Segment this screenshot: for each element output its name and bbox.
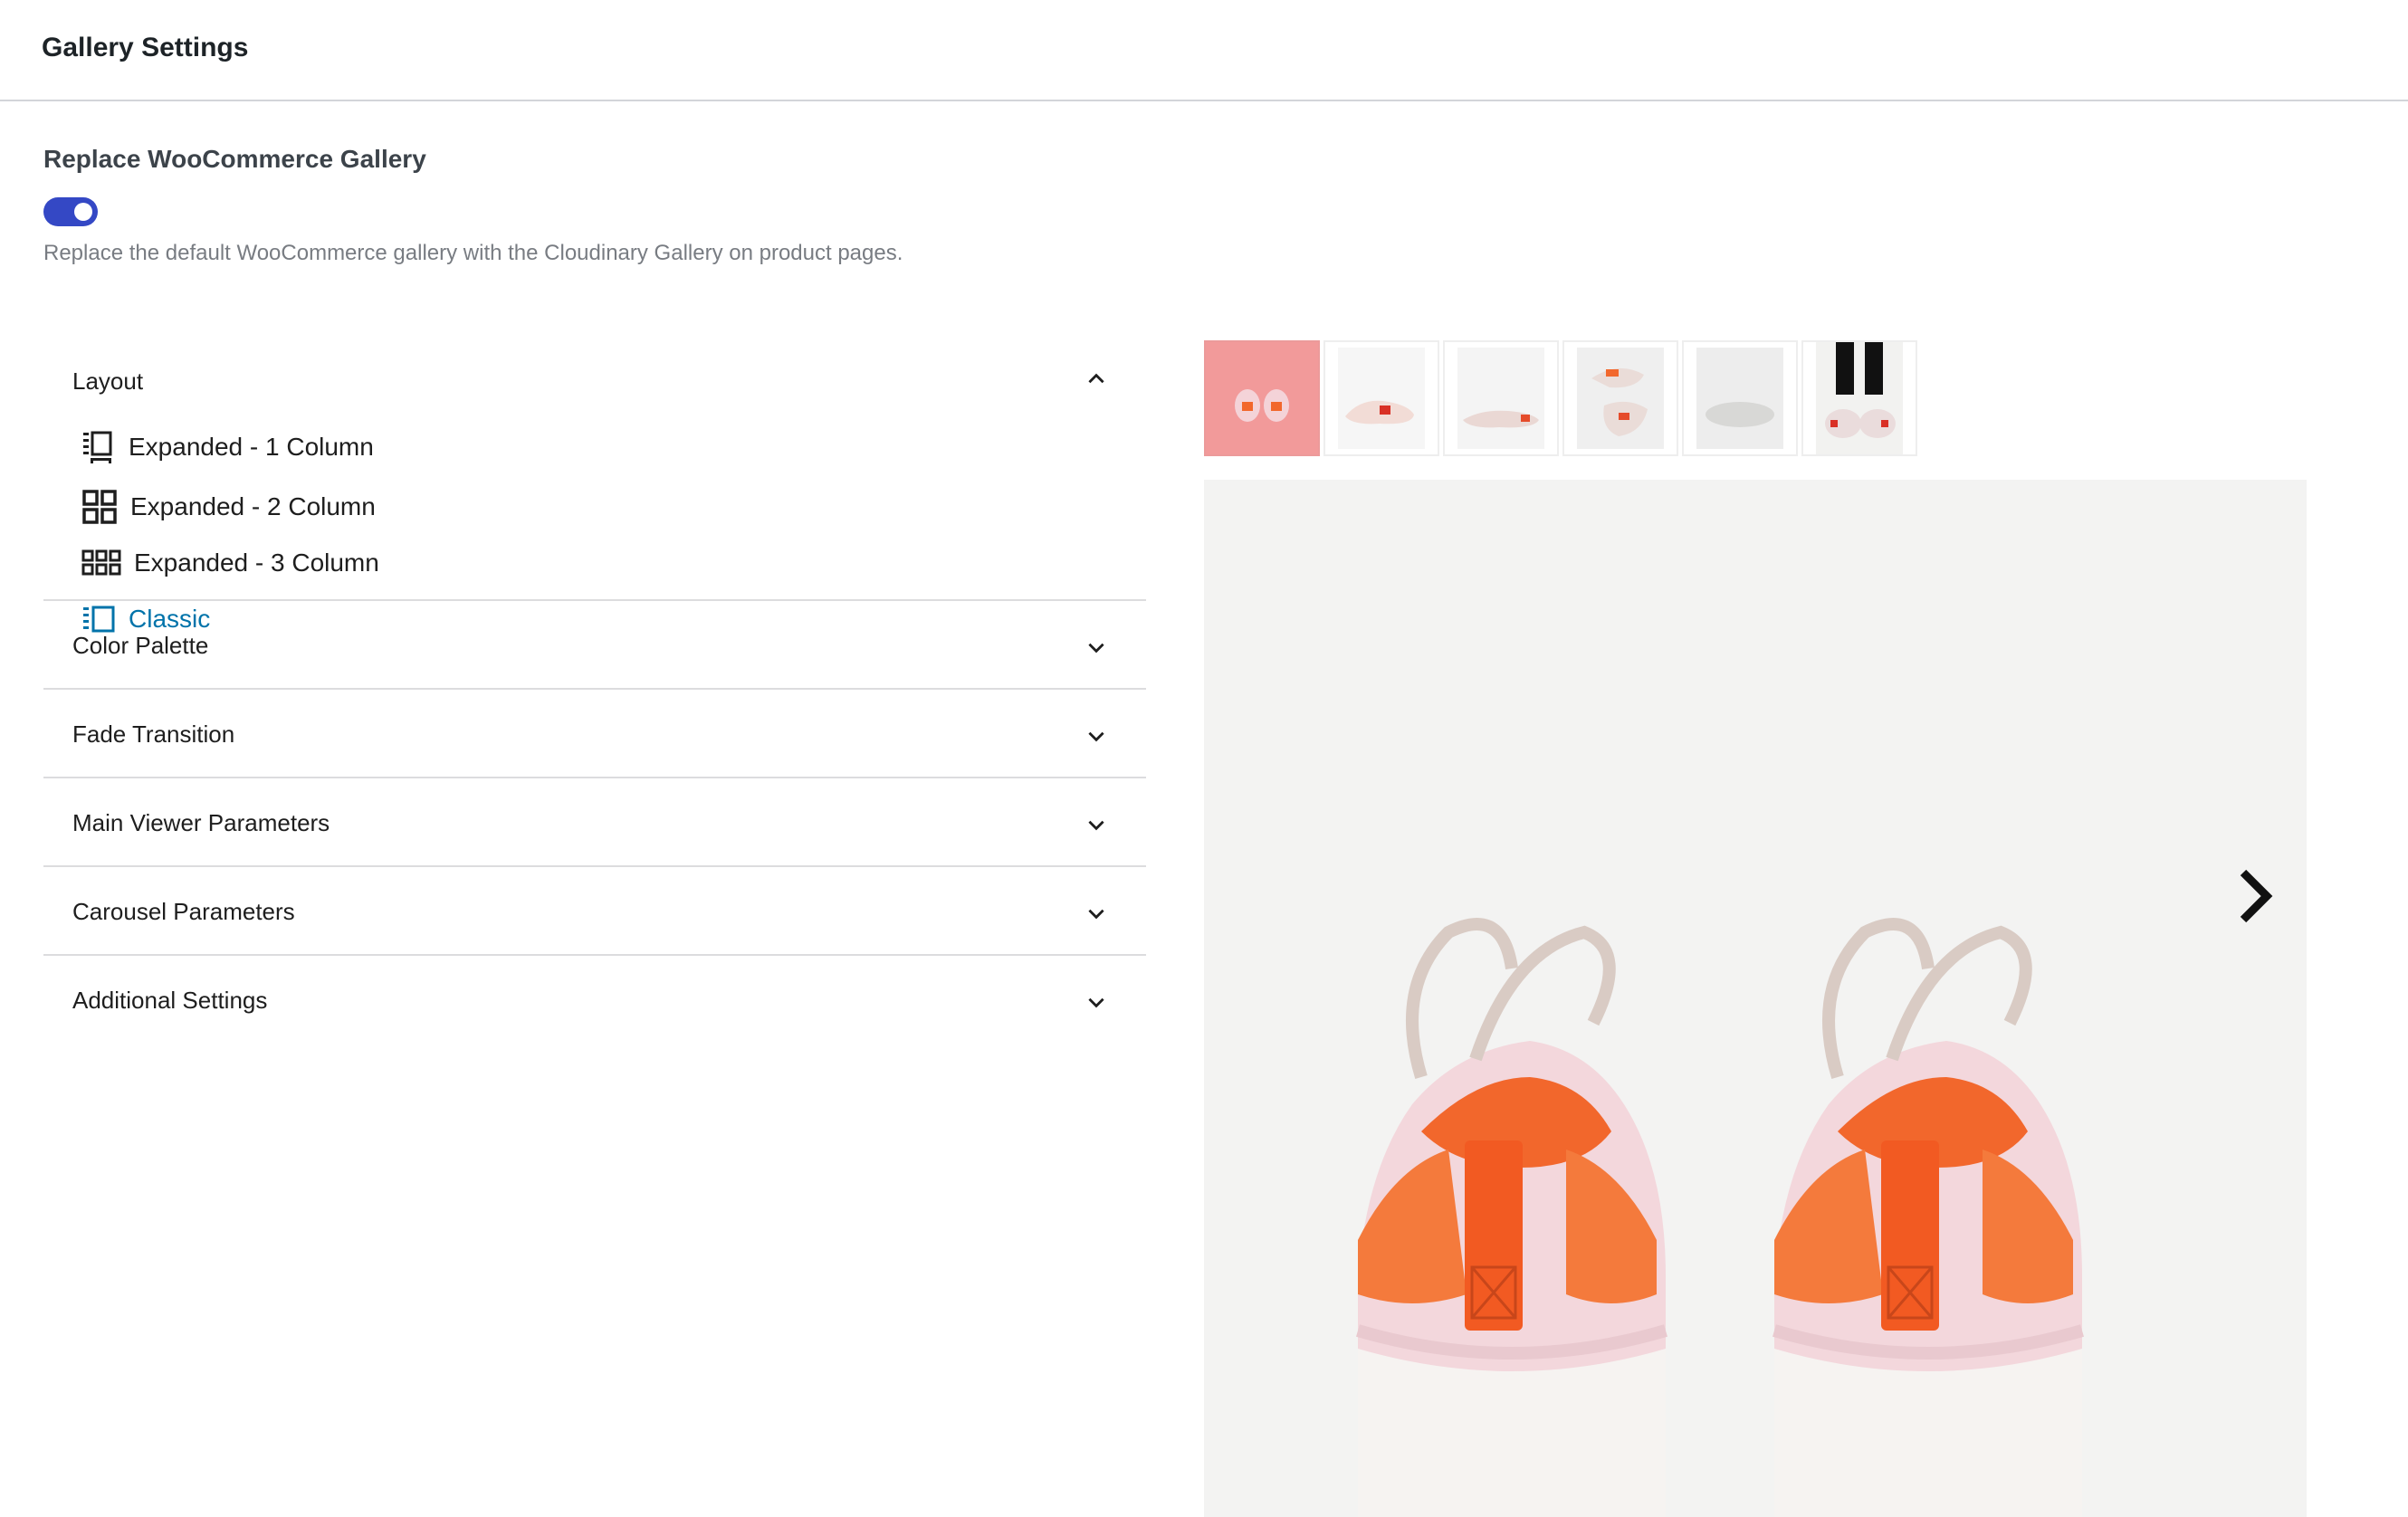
gallery-thumbnail-5[interactable] bbox=[1682, 340, 1798, 456]
chevron-up-icon bbox=[1088, 373, 1104, 384]
thumbnail-image bbox=[1457, 348, 1544, 449]
layout-option-label: Expanded - 3 Column bbox=[134, 549, 379, 577]
gallery-thumbnail-2[interactable] bbox=[1323, 340, 1439, 456]
thumbnail-image bbox=[1696, 348, 1783, 449]
chevron-down-icon bbox=[1088, 997, 1104, 1008]
accordion-label: Main Viewer Parameters bbox=[72, 809, 330, 836]
layout-option-expanded-1-column[interactable]: Expanded - 1 Column bbox=[81, 427, 374, 467]
main-image-viewer[interactable] bbox=[1204, 480, 2307, 1517]
layout-option-label: Expanded - 2 Column bbox=[130, 492, 376, 520]
expanded-2-column-icon bbox=[82, 490, 117, 524]
accordion-label: Layout bbox=[72, 367, 144, 395]
chevron-down-icon bbox=[1088, 731, 1104, 742]
chevron-down-icon bbox=[1088, 643, 1104, 654]
gallery-thumbnail-6[interactable] bbox=[1801, 340, 1917, 456]
toggle-knob bbox=[74, 203, 92, 221]
thumbnail-image bbox=[1577, 348, 1664, 449]
settings-accordion: Layout Expanded - 1 Column Expanded - 2 … bbox=[43, 340, 1146, 1045]
accordion-label: Carousel Parameters bbox=[72, 898, 295, 925]
accordion-layout-header[interactable]: Layout bbox=[43, 340, 1146, 415]
accordion-label: Color Palette bbox=[72, 632, 209, 659]
chevron-down-icon bbox=[1088, 909, 1104, 920]
layout-option-label: Expanded - 1 Column bbox=[129, 433, 374, 461]
gallery-thumbnail-1[interactable] bbox=[1204, 340, 1320, 456]
layout-option-expanded-2-column[interactable]: Expanded - 2 Column bbox=[81, 487, 376, 527]
accordion-fade-transition-header[interactable]: Fade Transition bbox=[43, 690, 1146, 778]
layout-option-expanded-3-column[interactable]: Expanded - 3 Column bbox=[81, 543, 379, 583]
expanded-1-column-icon bbox=[83, 431, 112, 463]
thumbnail-image bbox=[1235, 389, 1289, 422]
header-bar: Gallery Settings bbox=[0, 0, 2408, 101]
expanded-3-column-icon bbox=[81, 549, 121, 576]
main-product-image bbox=[1204, 480, 2307, 1517]
replace-gallery-help: Replace the default WooCommerce gallery … bbox=[43, 241, 903, 265]
accordion-label: Fade Transition bbox=[72, 720, 235, 748]
accordion-additional-settings-header[interactable]: Additional Settings bbox=[43, 956, 1146, 1045]
gallery-thumbnail-3[interactable] bbox=[1443, 340, 1559, 456]
gallery-thumbnail-4[interactable] bbox=[1562, 340, 1678, 456]
page-title: Gallery Settings bbox=[42, 33, 249, 62]
chevron-down-icon bbox=[1088, 820, 1104, 831]
layout-options: Expanded - 1 Column Expanded - 2 Column … bbox=[43, 415, 1146, 633]
accordion-color-palette-header[interactable]: Color Palette bbox=[43, 601, 1146, 690]
accordion-main-viewer-parameters-header[interactable]: Main Viewer Parameters bbox=[43, 778, 1146, 867]
replace-gallery-title: Replace WooCommerce Gallery bbox=[43, 145, 426, 173]
accordion-label: Additional Settings bbox=[72, 987, 268, 1014]
thumbnail-image bbox=[1816, 342, 1903, 454]
accordion-carousel-parameters-header[interactable]: Carousel Parameters bbox=[43, 867, 1146, 956]
thumbnail-image bbox=[1338, 348, 1425, 449]
replace-gallery-toggle[interactable] bbox=[43, 197, 98, 226]
chevron-right-icon[interactable] bbox=[2227, 860, 2281, 932]
